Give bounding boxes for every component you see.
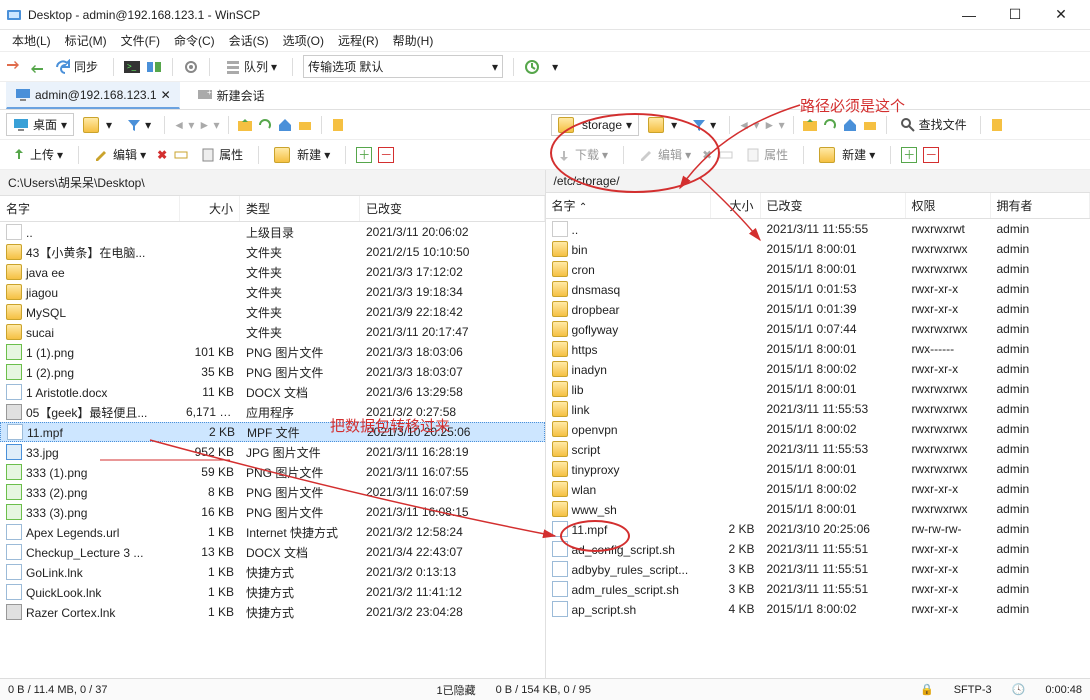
- annotation-arrows: [0, 0, 1090, 700]
